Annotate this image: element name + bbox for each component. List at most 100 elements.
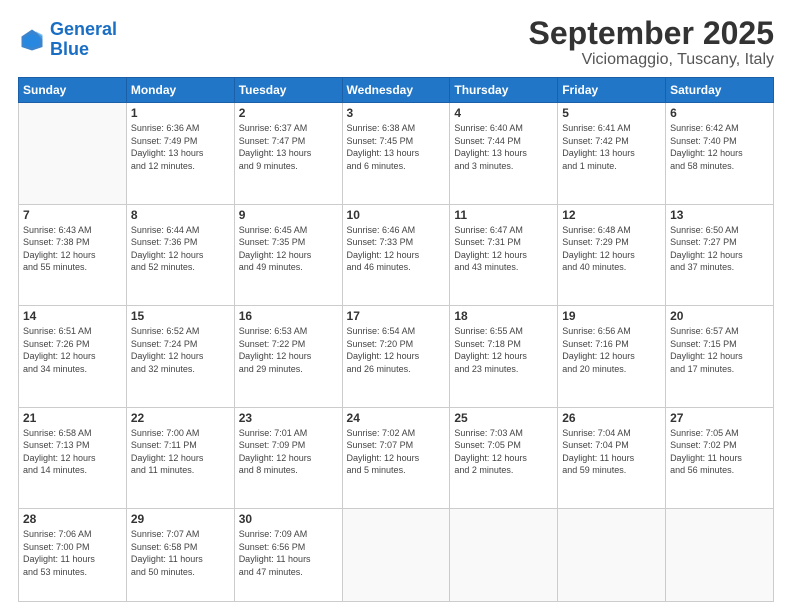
table-row: 25 Sunrise: 7:03 AM Sunset: 7:05 PM Dayli… xyxy=(450,407,558,508)
day-info: Sunrise: 6:43 AM Sunset: 7:38 PM Dayligh… xyxy=(23,224,122,274)
table-row: 19 Sunrise: 6:56 AM Sunset: 7:16 PM Dayli… xyxy=(558,306,666,407)
location-subtitle: Viciomaggio, Tuscany, Italy xyxy=(529,51,774,69)
day-info: Sunrise: 6:38 AM Sunset: 7:45 PM Dayligh… xyxy=(347,122,446,172)
page: General Blue September 2025 Viciomaggio,… xyxy=(0,0,792,612)
day-info: Sunrise: 6:51 AM Sunset: 7:26 PM Dayligh… xyxy=(23,325,122,375)
table-row: 7 Sunrise: 6:43 AM Sunset: 7:38 PM Daylig… xyxy=(19,204,127,305)
day-info: Sunrise: 6:40 AM Sunset: 7:44 PM Dayligh… xyxy=(454,122,553,172)
calendar-week-row: 1 Sunrise: 6:36 AM Sunset: 7:49 PM Daylig… xyxy=(19,103,774,204)
day-number: 21 xyxy=(23,411,122,425)
day-info: Sunrise: 7:01 AM Sunset: 7:09 PM Dayligh… xyxy=(239,427,338,477)
table-row: 8 Sunrise: 6:44 AM Sunset: 7:36 PM Daylig… xyxy=(126,204,234,305)
day-info: Sunrise: 6:53 AM Sunset: 7:22 PM Dayligh… xyxy=(239,325,338,375)
logo-name: General Blue xyxy=(50,20,117,60)
day-number: 10 xyxy=(347,208,446,222)
logo: General Blue xyxy=(18,20,117,60)
day-number: 4 xyxy=(454,106,553,120)
table-row: 30Sunrise: 7:09 AM Sunset: 6:56 PM Dayli… xyxy=(234,508,342,601)
day-number: 20 xyxy=(670,309,769,323)
day-number: 8 xyxy=(131,208,230,222)
day-number: 18 xyxy=(454,309,553,323)
day-number: 5 xyxy=(562,106,661,120)
table-row: 22 Sunrise: 7:00 AM Sunset: 7:11 PM Dayli… xyxy=(126,407,234,508)
title-block: September 2025 Viciomaggio, Tuscany, Ita… xyxy=(529,16,774,69)
logo-icon xyxy=(18,26,46,54)
calendar-week-row: 7 Sunrise: 6:43 AM Sunset: 7:38 PM Daylig… xyxy=(19,204,774,305)
table-row: 6 Sunrise: 6:42 AM Sunset: 7:40 PM Daylig… xyxy=(666,103,774,204)
day-info: Sunrise: 6:44 AM Sunset: 7:36 PM Dayligh… xyxy=(131,224,230,274)
table-row: 1 Sunrise: 6:36 AM Sunset: 7:49 PM Daylig… xyxy=(126,103,234,204)
day-info: Sunrise: 7:00 AM Sunset: 7:11 PM Dayligh… xyxy=(131,427,230,477)
day-number: 23 xyxy=(239,411,338,425)
calendar-week-row: 28 Sunrise: 7:06 AM Sunset: 7:00 PM Dayli… xyxy=(19,508,774,601)
day-info: Sunrise: 6:41 AM Sunset: 7:42 PM Dayligh… xyxy=(562,122,661,172)
day-info: Sunrise: 6:48 AM Sunset: 7:29 PM Dayligh… xyxy=(562,224,661,274)
table-row: 9 Sunrise: 6:45 AM Sunset: 7:35 PM Daylig… xyxy=(234,204,342,305)
header-friday: Friday xyxy=(558,78,666,103)
day-number: 19 xyxy=(562,309,661,323)
day-number: 7 xyxy=(23,208,122,222)
day-info: Sunrise: 6:54 AM Sunset: 7:20 PM Dayligh… xyxy=(347,325,446,375)
table-row xyxy=(558,508,666,601)
header: General Blue September 2025 Viciomaggio,… xyxy=(18,16,774,69)
day-info: Sunrise: 6:37 AM Sunset: 7:47 PM Dayligh… xyxy=(239,122,338,172)
day-number: 17 xyxy=(347,309,446,323)
table-row: 16 Sunrise: 6:53 AM Sunset: 7:22 PM Dayli… xyxy=(234,306,342,407)
day-number: 1 xyxy=(131,106,230,120)
day-number: 27 xyxy=(670,411,769,425)
table-row: 27 Sunrise: 7:05 AM Sunset: 7:02 PM Dayli… xyxy=(666,407,774,508)
day-info: Sunrise: 7:04 AM Sunset: 7:04 PM Dayligh… xyxy=(562,427,661,477)
day-number: 29 xyxy=(131,512,230,526)
day-info: Sunrise: 7:03 AM Sunset: 7:05 PM Dayligh… xyxy=(454,427,553,477)
day-info: Sunrise: 6:47 AM Sunset: 7:31 PM Dayligh… xyxy=(454,224,553,274)
day-number: 28 xyxy=(23,512,122,526)
table-row: 18Sunrise: 6:55 AM Sunset: 7:18 PM Dayli… xyxy=(450,306,558,407)
day-info: Sunrise: 7:09 AM Sunset: 6:56 PM Dayligh… xyxy=(239,528,338,578)
day-info: Sunrise: 7:06 AM Sunset: 7:00 PM Dayligh… xyxy=(23,528,122,578)
day-info: Sunrise: 7:02 AM Sunset: 7:07 PM Dayligh… xyxy=(347,427,446,477)
table-row: 29 Sunrise: 7:07 AM Sunset: 6:58 PM Dayli… xyxy=(126,508,234,601)
day-info: Sunrise: 6:36 AM Sunset: 7:49 PM Dayligh… xyxy=(131,122,230,172)
table-row xyxy=(342,508,450,601)
table-row: 13Sunrise: 6:50 AM Sunset: 7:27 PM Dayli… xyxy=(666,204,774,305)
table-row: 24 Sunrise: 7:02 AM Sunset: 7:07 PM Dayli… xyxy=(342,407,450,508)
day-info: Sunrise: 6:46 AM Sunset: 7:33 PM Dayligh… xyxy=(347,224,446,274)
calendar-header-row: Sunday Monday Tuesday Wednesday Thursday… xyxy=(19,78,774,103)
day-info: Sunrise: 7:05 AM Sunset: 7:02 PM Dayligh… xyxy=(670,427,769,477)
day-number: 12 xyxy=(562,208,661,222)
day-number: 22 xyxy=(131,411,230,425)
day-number: 25 xyxy=(454,411,553,425)
table-row: 28 Sunrise: 7:06 AM Sunset: 7:00 PM Dayli… xyxy=(19,508,127,601)
table-row: 11 Sunrise: 6:47 AM Sunset: 7:31 PM Dayli… xyxy=(450,204,558,305)
calendar-week-row: 14 Sunrise: 6:51 AM Sunset: 7:26 PM Dayli… xyxy=(19,306,774,407)
table-row: 10 Sunrise: 6:46 AM Sunset: 7:33 PM Dayli… xyxy=(342,204,450,305)
day-number: 9 xyxy=(239,208,338,222)
table-row: 3 Sunrise: 6:38 AM Sunset: 7:45 PM Daylig… xyxy=(342,103,450,204)
table-row: 17 Sunrise: 6:54 AM Sunset: 7:20 PM Dayli… xyxy=(342,306,450,407)
table-row: 12 Sunrise: 6:48 AM Sunset: 7:29 PM Dayli… xyxy=(558,204,666,305)
table-row xyxy=(450,508,558,601)
month-title: September 2025 xyxy=(529,16,774,51)
day-info: Sunrise: 6:58 AM Sunset: 7:13 PM Dayligh… xyxy=(23,427,122,477)
day-number: 15 xyxy=(131,309,230,323)
day-info: Sunrise: 6:52 AM Sunset: 7:24 PM Dayligh… xyxy=(131,325,230,375)
header-saturday: Saturday xyxy=(666,78,774,103)
day-number: 14 xyxy=(23,309,122,323)
day-info: Sunrise: 6:45 AM Sunset: 7:35 PM Dayligh… xyxy=(239,224,338,274)
day-info: Sunrise: 6:42 AM Sunset: 7:40 PM Dayligh… xyxy=(670,122,769,172)
day-info: Sunrise: 6:56 AM Sunset: 7:16 PM Dayligh… xyxy=(562,325,661,375)
day-number: 13 xyxy=(670,208,769,222)
day-number: 16 xyxy=(239,309,338,323)
day-number: 3 xyxy=(347,106,446,120)
table-row xyxy=(666,508,774,601)
table-row: 26Sunrise: 7:04 AM Sunset: 7:04 PM Dayli… xyxy=(558,407,666,508)
day-number: 11 xyxy=(454,208,553,222)
header-monday: Monday xyxy=(126,78,234,103)
day-number: 24 xyxy=(347,411,446,425)
header-thursday: Thursday xyxy=(450,78,558,103)
table-row: 21 Sunrise: 6:58 AM Sunset: 7:13 PM Dayli… xyxy=(19,407,127,508)
table-row: 2Sunrise: 6:37 AM Sunset: 7:47 PM Daylig… xyxy=(234,103,342,204)
day-info: Sunrise: 7:07 AM Sunset: 6:58 PM Dayligh… xyxy=(131,528,230,578)
table-row: 14 Sunrise: 6:51 AM Sunset: 7:26 PM Dayli… xyxy=(19,306,127,407)
day-number: 6 xyxy=(670,106,769,120)
